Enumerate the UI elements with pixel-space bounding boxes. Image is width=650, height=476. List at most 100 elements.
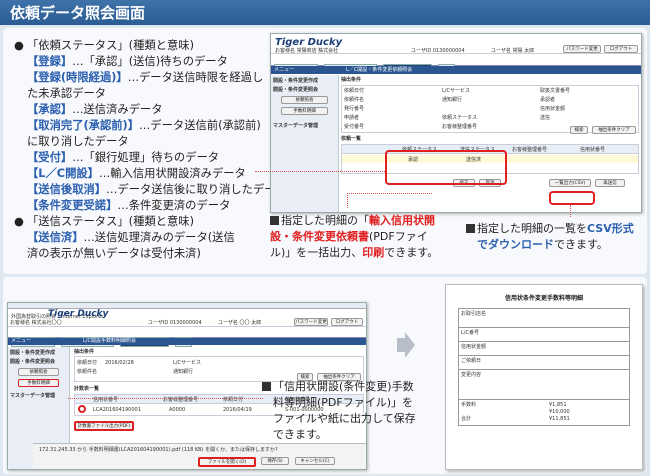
status-item: に取り消したデータ <box>27 135 129 148</box>
clear-button[interactable]: 抽出条件クリア <box>592 126 636 134</box>
doc-fee-2: ¥10,000 <box>549 409 570 415</box>
user-id: ユーザID 0130000004 <box>411 48 465 54</box>
bottom-header: Tiger Ducky お客様名 株式会社〇〇 ユーザID 0130000004… <box>8 309 366 327</box>
connector-line <box>68 398 263 399</box>
status-item: 【条件変更受諾】…条件変更済のデータ <box>27 199 231 212</box>
row-date: 2016/04/19 <box>223 407 252 413</box>
date-value[interactable]: 2016/02/28 <box>105 360 134 366</box>
connector-line <box>347 193 432 194</box>
send-item: 済の表示が無いデータは受付未済) <box>27 247 201 260</box>
doc-changes: 変更内容 <box>458 370 630 400</box>
password-button[interactable]: パスワード変更 <box>563 45 601 53</box>
status-item: 【登録】…「承認」(送信)待ちのデータ <box>27 55 228 68</box>
request-inquiry-button[interactable]: 依頼照会 <box>18 368 59 376</box>
doc-date: ご依頼日 <box>458 356 630 370</box>
customer-name: お客様名 常陽商店 株式会社 <box>275 48 339 54</box>
sidebar-item-inquiry[interactable]: 開設・条件変更照会 <box>273 87 336 93</box>
label-amount: 信用状金額 <box>540 106 566 112</box>
status-item: 【送信後取消】…データ送信後に取り消したデータ <box>27 183 287 196</box>
user-id: ユーザID 0130000004 <box>148 320 202 326</box>
csv-export-button[interactable]: 一覧出力(CSV) <box>549 179 591 187</box>
logo: Tiger Ducky <box>48 309 109 319</box>
user-name: ユーザ名 常陽 太郎 <box>491 48 535 54</box>
top-header: Tiger Ducky お客様名 常陽商店 株式会社 ユーザID 0130000… <box>271 34 641 54</box>
csv-highlight <box>549 191 595 205</box>
doc-lc-number: L/C番号 <box>458 328 630 342</box>
status-item: 【受付】…「銀行処理」待ちのデータ <box>27 151 220 164</box>
fee-detail-button[interactable]: 手数料明細 <box>281 107 328 115</box>
label-doc-number: 取扱文書番号 <box>540 88 571 94</box>
list-title: 依頼一覧 <box>341 136 362 142</box>
label-subject: 依頼件名 <box>344 97 365 103</box>
doc-amount: 信用状金額 <box>458 342 630 356</box>
callout-fee-pdf: 「信用状開設(条件変更)手数 料等明細(PDFファイル)」を ファイルや紙に出力… <box>262 379 416 443</box>
label-customer-ref: お客様整理番号 <box>442 124 478 130</box>
logout-button[interactable]: ログアウト <box>331 318 363 326</box>
doc-title: 信用状条件変更手数料等明細 <box>504 295 583 302</box>
fee-detail-button[interactable]: 手数料明細 <box>18 379 59 387</box>
top-screenshot: Tiger Ducky お客様名 常陽商店 株式会社 ユーザID 0130000… <box>270 33 642 213</box>
label-issue-number: 発行番号 <box>344 106 365 112</box>
request-inquiry-button[interactable]: 依頼照会 <box>281 96 328 104</box>
label-date: 依頼日付 <box>77 360 98 366</box>
label-date: 依頼日付 <box>344 88 365 94</box>
status-highlight <box>385 150 507 185</box>
menu-label[interactable]: メニュー <box>11 338 31 344</box>
customer-name: お客様名 株式会社〇〇 <box>10 320 62 326</box>
resend-button[interactable]: 再送信 <box>595 179 625 187</box>
open-file-button[interactable]: ファイルを開く(O) <box>198 457 256 467</box>
doc-fee-total: ¥11,851 <box>549 416 570 422</box>
bottom-tabs: 各種手続サービス 外国送金依頼サービス 輸入信用状サービス 外運 <box>8 327 366 347</box>
row-customer-ref: A0000 <box>169 407 186 413</box>
sidebar-item-master[interactable]: マスターデータ管理 <box>273 123 336 129</box>
top-tabs: 各種手続サービス 外国送金依頼サービス 輸入信用状サービス 外運 <box>271 54 641 74</box>
label-receipt: 受付番号 <box>344 124 365 130</box>
label-req-status: 依頼ステータス <box>442 115 478 121</box>
title-bar: 依頼データ照会画面 <box>0 0 650 25</box>
label-subject: 依頼件名 <box>77 369 98 375</box>
label-bank: 通知銀行 <box>173 369 194 375</box>
top-title-strip: メニュー L／C開設・条件変更依頼照会 <box>271 66 641 74</box>
download-message: 172.31.245.33 から 手数料明細書(LCA201604190001)… <box>39 447 278 453</box>
fee-pdf-button[interactable]: 計数書ファイル出力(PDF) <box>74 421 134 431</box>
arrow-right-icon <box>397 332 415 358</box>
save-file-button[interactable]: 保存(S) <box>261 457 289 465</box>
status-header: 「依頼ステータス」(種類と意味) <box>27 39 194 52</box>
callout-csv: 指定した明細の一覧をCSV形式 でダウンロードできます。 <box>466 221 634 253</box>
connector-line <box>255 171 385 172</box>
status-item: 【取消完了(承認前)】…データ送信前(承認前) <box>27 119 261 132</box>
password-button[interactable]: パスワード変更 <box>294 318 328 326</box>
status-description: ● 「依頼ステータス」(種類と意味) 【登録】…「承認」(送信)待ちのデータ 【登… <box>14 39 287 260</box>
top-sidebar: 開設・条件変更作成 開設・条件変更照会 依頼照会 手数料明細 マスターデータ管理 <box>271 75 339 212</box>
doc-fees: 手数料 合計 ¥1,851 ¥10,000 ¥11,851 <box>458 400 630 426</box>
sidebar-item-inquiry[interactable]: 開設・条件変更照会 <box>10 359 67 365</box>
search-button[interactable]: 検索 <box>570 126 588 134</box>
fee-document: 信用状条件変更手数料等明細 お取引店名 L/C番号 信用状金額 ご依頼日 変更内… <box>445 284 643 470</box>
logout-button[interactable]: ログアウト <box>604 45 638 53</box>
sidebar-item-master[interactable]: マスターデータ管理 <box>10 393 67 399</box>
cancel-download-button[interactable]: キャンセル(C) <box>295 457 335 465</box>
col-customer-ref: お客様整理番号 <box>512 147 548 153</box>
doc-fee-label: 手数料 <box>461 402 477 408</box>
download-bar: 172.31.245.33 から 手数料明細書(LCA201604190001)… <box>33 443 366 469</box>
send-header: 「送信ステータス」(種類と意味) <box>27 215 194 228</box>
connector-line <box>570 205 571 217</box>
row-select-radio[interactable] <box>78 405 86 413</box>
cond-box: 依頼日付 L/Cサービス 取扱文書番号 依頼件名 通知銀行 承認者 発行番号 信… <box>341 85 639 134</box>
page-title: 依頼データ照会画面 <box>10 4 146 22</box>
callout-pdf-print: 指定した明細の「輸入信用状開 設・条件変更依頼書(PDFファイ ル)」を一括出力… <box>270 214 439 259</box>
label-applicant: 申請者 <box>344 115 360 121</box>
menu-label[interactable]: メニュー <box>274 67 294 73</box>
label-send: 送信 <box>540 115 551 121</box>
connector-line <box>347 193 348 208</box>
doc-total-label: 合計 <box>461 416 472 422</box>
sidebar-item-create[interactable]: 開設・条件変更作成 <box>273 78 336 84</box>
label-lc-service: L/Cサービス <box>173 360 201 366</box>
cond-title: 抽出条件 <box>341 77 362 83</box>
sidebar-item-create[interactable]: 開設・条件変更作成 <box>10 350 67 356</box>
label-lc-service: L/Cサービス <box>442 88 470 94</box>
screen-title: L／C開設・条件変更依頼照会 <box>346 67 413 73</box>
col-lc-number: 信用状番号 <box>580 147 606 153</box>
row-lc-number: LCA201604190001 <box>93 407 141 413</box>
send-item: 【送信済】…送信処理済みのデータ(送信 <box>27 231 235 244</box>
